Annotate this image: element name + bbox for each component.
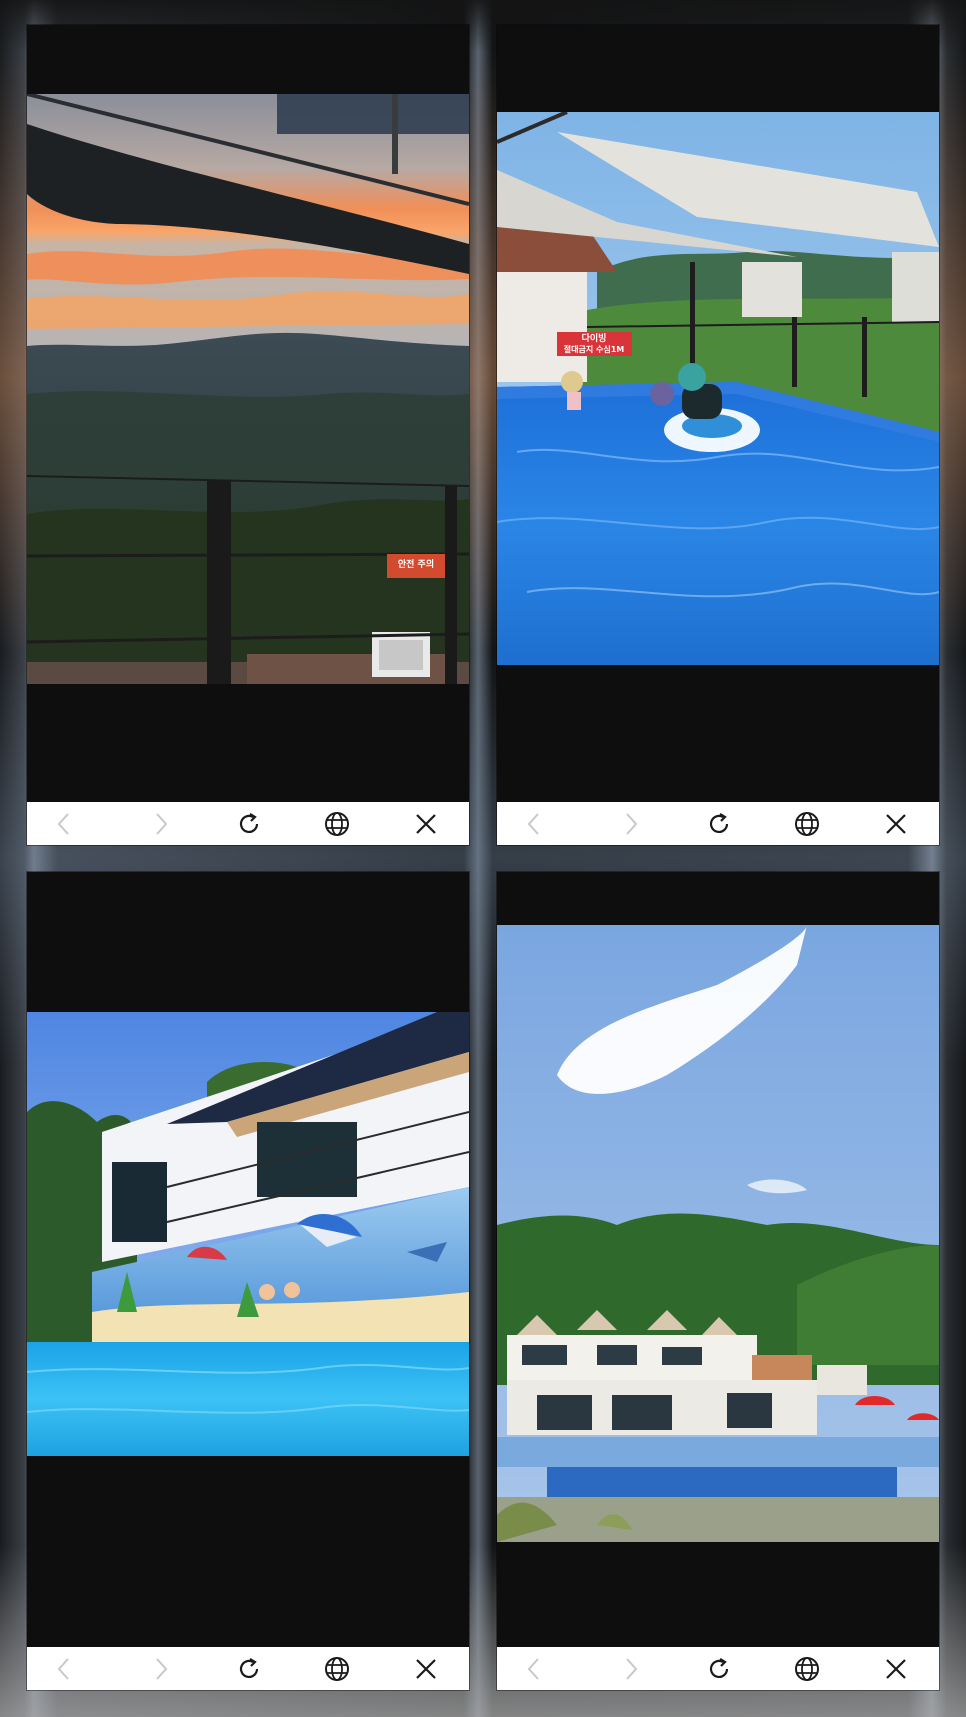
close-icon: [416, 1658, 436, 1679]
back-button[interactable]: [512, 1647, 556, 1690]
warning-sign-label: 안전 주의: [397, 560, 435, 570]
globe-icon: [795, 1656, 819, 1681]
reload-button[interactable]: [227, 1647, 271, 1690]
close-button[interactable]: [874, 1647, 918, 1690]
browser-panel-3: [27, 872, 469, 1690]
browser-button[interactable]: [785, 802, 829, 845]
mural-pool-photo[interactable]: [27, 1012, 469, 1456]
browser-panel-1: 안전 주의: [27, 25, 469, 845]
forward-button[interactable]: [609, 802, 653, 845]
forward-button[interactable]: [139, 1647, 183, 1690]
chevron-left-icon: [527, 1657, 539, 1680]
back-button[interactable]: [512, 802, 556, 845]
reload-button[interactable]: [697, 1647, 741, 1690]
chevron-left-icon: [57, 812, 69, 835]
browser-toolbar: [497, 1647, 939, 1690]
browser-button[interactable]: [785, 1647, 829, 1690]
back-button[interactable]: [42, 1647, 86, 1690]
browser-toolbar: [27, 1647, 469, 1690]
chevron-left-icon: [527, 812, 539, 835]
browser-button[interactable]: [315, 802, 359, 845]
back-button[interactable]: [42, 802, 86, 845]
chevron-left-icon: [57, 1657, 69, 1680]
close-icon: [416, 813, 436, 834]
browser-button[interactable]: [315, 1647, 359, 1690]
browser-panel-4: [497, 872, 939, 1690]
browser-panel-2: 다이빙 절대금지 수심1M: [497, 25, 939, 845]
browser-toolbar: [497, 802, 939, 845]
close-button[interactable]: [874, 802, 918, 845]
close-button[interactable]: [404, 802, 448, 845]
reload-icon: [709, 812, 729, 833]
sunset-mountain-photo[interactable]: 안전 주의: [27, 94, 469, 684]
no-diving-sign-line2: 절대금지 수심1M: [563, 345, 625, 354]
chevron-right-icon: [626, 1657, 638, 1680]
chevron-right-icon: [156, 1657, 168, 1680]
chevron-right-icon: [156, 812, 168, 835]
reload-icon: [239, 1657, 259, 1678]
globe-icon: [325, 1656, 349, 1681]
forward-button[interactable]: [609, 1647, 653, 1690]
reload-icon: [709, 1657, 729, 1678]
reload-button[interactable]: [697, 802, 741, 845]
close-icon: [886, 1658, 906, 1679]
reload-icon: [239, 812, 259, 833]
reload-button[interactable]: [227, 802, 271, 845]
pension-hillside-photo[interactable]: [497, 925, 939, 1542]
forward-button[interactable]: [139, 802, 183, 845]
close-button[interactable]: [404, 1647, 448, 1690]
close-icon: [886, 813, 906, 834]
globe-icon: [325, 811, 349, 836]
browser-toolbar: [27, 802, 469, 845]
rooftop-pool-photo[interactable]: 다이빙 절대금지 수심1M: [497, 112, 939, 665]
chevron-right-icon: [626, 812, 638, 835]
globe-icon: [795, 811, 819, 836]
